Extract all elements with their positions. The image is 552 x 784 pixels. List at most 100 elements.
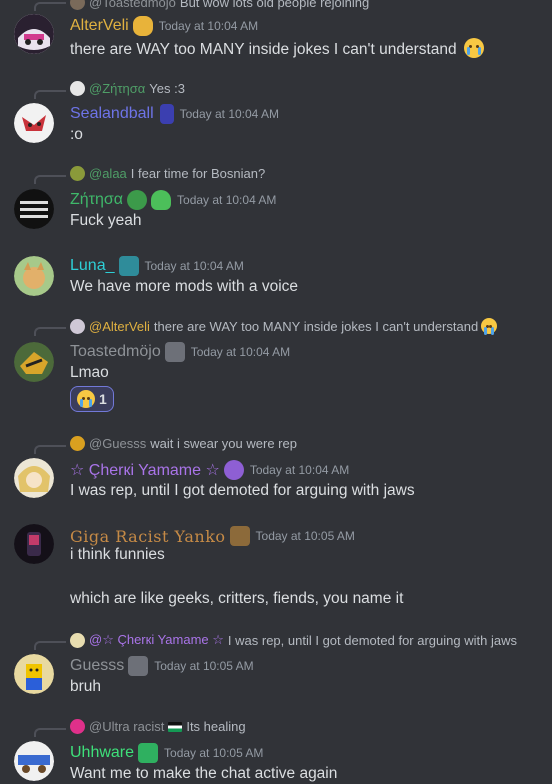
reply-username[interactable]: @Ζήτησα <box>89 81 145 96</box>
avatar-image <box>14 458 54 498</box>
reply-preview[interactable]: @Ultra racist Its healing <box>70 719 246 734</box>
role-badge-icon <box>138 743 159 763</box>
username[interactable]: ☆ Çherкi Yamame ☆ <box>70 460 220 480</box>
message-text: Fuck yeah <box>70 212 142 229</box>
crying-face-icon <box>77 390 95 408</box>
reply-username[interactable]: @alaa <box>89 166 127 181</box>
avatar-image <box>14 189 54 229</box>
reply-connector <box>34 90 66 99</box>
timestamp: Today at 10:05 AM <box>154 659 254 673</box>
message-content: Fuck yeah <box>70 212 142 230</box>
message-text: i think funnies <box>70 546 165 563</box>
message-text: Lmao <box>70 364 109 381</box>
message-content: We have more mods with a voice <box>70 278 298 296</box>
timestamp: Today at 10:05 AM <box>255 529 355 543</box>
reply-preview[interactable]: @☆ Çherкi Yamame ☆ I was rep, until I go… <box>70 632 517 648</box>
role-badge-icon <box>229 526 250 546</box>
username[interactable]: AlterVeli <box>70 17 129 35</box>
avatar-image <box>14 103 54 143</box>
reply-connector <box>34 2 66 11</box>
role-badge-icon <box>132 16 153 36</box>
message-text-blank <box>70 568 403 590</box>
reply-avatar <box>70 318 85 334</box>
avatar[interactable] <box>14 458 54 498</box>
username[interactable]: Sealandball <box>70 105 154 123</box>
reply-avatar <box>70 719 85 734</box>
reply-connector <box>34 445 66 454</box>
reply-preview[interactable]: @Toastedmöjo But wow lots old people rej… <box>70 0 369 10</box>
timestamp: Today at 10:04 AM <box>144 259 244 273</box>
reply-preview[interactable]: @alaa I fear time for Bosnian? <box>70 166 265 181</box>
avatar-image <box>14 256 54 296</box>
message-text: there are WAY too MANY inside jokes I ca… <box>70 41 457 58</box>
reply-text: there are WAY too MANY inside jokes I ca… <box>153 318 479 334</box>
avatar[interactable] <box>14 256 54 296</box>
message-text: Want me to make the chat active again <box>70 765 338 782</box>
avatar[interactable] <box>14 524 54 564</box>
reply-avatar <box>70 166 85 181</box>
message-text: I was rep, until I got demoted for argui… <box>70 482 415 499</box>
avatar[interactable] <box>14 741 54 781</box>
reply-text: wait i swear you were rep <box>150 436 297 451</box>
message-content: :o <box>70 126 83 144</box>
role-badge-icon <box>159 104 174 124</box>
username[interactable]: Luna_ <box>70 257 115 275</box>
message-text: bruh <box>70 678 102 695</box>
avatar-image <box>14 741 54 781</box>
username[interactable]: Toastedmöjo <box>70 343 161 361</box>
role-badge-icon <box>164 342 185 362</box>
avatar[interactable] <box>14 654 54 694</box>
avatar[interactable] <box>14 189 54 229</box>
message-content: bruh <box>70 678 101 696</box>
reply-avatar <box>70 632 85 648</box>
reaction-button[interactable]: 1 <box>70 386 114 412</box>
avatar[interactable] <box>14 14 54 54</box>
reply-text: Yes :3 <box>149 81 185 96</box>
frog-icon <box>127 190 148 210</box>
message-content: i think funnies which are like geeks, cr… <box>70 546 403 612</box>
reply-text: But wow lots old people rejoining <box>179 0 370 10</box>
message-content: I was rep, until I got demoted for argui… <box>70 482 415 500</box>
reply-username[interactable]: @Ultra racist <box>89 719 164 734</box>
reply-preview[interactable]: @Ζήτησα Yes :3 <box>70 81 185 96</box>
timestamp: Today at 10:04 AM <box>190 345 291 359</box>
avatar-image <box>14 342 54 382</box>
reply-username[interactable]: @AlterVeli <box>89 319 150 334</box>
reply-avatar <box>70 81 85 96</box>
reply-text: Its healing <box>186 719 246 734</box>
timestamp: Today at 10:04 AM <box>249 463 350 477</box>
reply-avatar <box>70 0 85 10</box>
username[interactable]: Guesss <box>70 657 124 675</box>
message-text: which are like geeks, critters, fiends, … <box>70 590 404 607</box>
avatar[interactable] <box>14 342 54 382</box>
avatar[interactable] <box>14 103 54 143</box>
role-badge-icon <box>128 656 149 676</box>
avatar-image <box>14 14 54 54</box>
reply-preview[interactable]: @Guesss wait i swear you were rep <box>70 436 297 451</box>
username[interactable]: Uhhware <box>70 744 134 762</box>
timestamp: Today at 10:04 AM <box>179 107 280 121</box>
crying-face-icon <box>481 318 498 335</box>
reply-username[interactable]: @Guesss <box>89 436 146 451</box>
reply-connector <box>34 728 66 737</box>
message-content: there are WAY too MANY inside jokes I ca… <box>70 38 484 59</box>
reply-avatar <box>70 436 85 451</box>
reply-text: I fear time for Bosnian? <box>130 166 266 181</box>
crying-face-icon <box>463 38 484 58</box>
reply-connector <box>34 175 66 184</box>
reply-username[interactable]: @☆ Çherкi Yamame ☆ <box>89 632 224 648</box>
reply-text: I was rep, until I got demoted for argui… <box>227 632 517 648</box>
username[interactable]: Ζήτησα <box>70 191 123 209</box>
message-text: We have more mods with a voice <box>70 278 299 295</box>
timestamp: Today at 10:05 AM <box>164 746 264 760</box>
timestamp: Today at 10:04 AM <box>177 193 277 207</box>
reply-username[interactable]: @Toastedmöjo <box>89 0 176 10</box>
username[interactable]: Giga Racist Yanko <box>70 527 226 546</box>
avatar-image <box>14 524 54 564</box>
reply-connector <box>34 327 66 336</box>
reply-preview[interactable]: @AlterVeli there are WAY too MANY inside… <box>70 318 498 335</box>
reaction-count: 1 <box>99 391 107 407</box>
clover-icon <box>151 190 172 210</box>
message-text: :o <box>70 126 83 143</box>
avatar-image <box>14 654 54 694</box>
